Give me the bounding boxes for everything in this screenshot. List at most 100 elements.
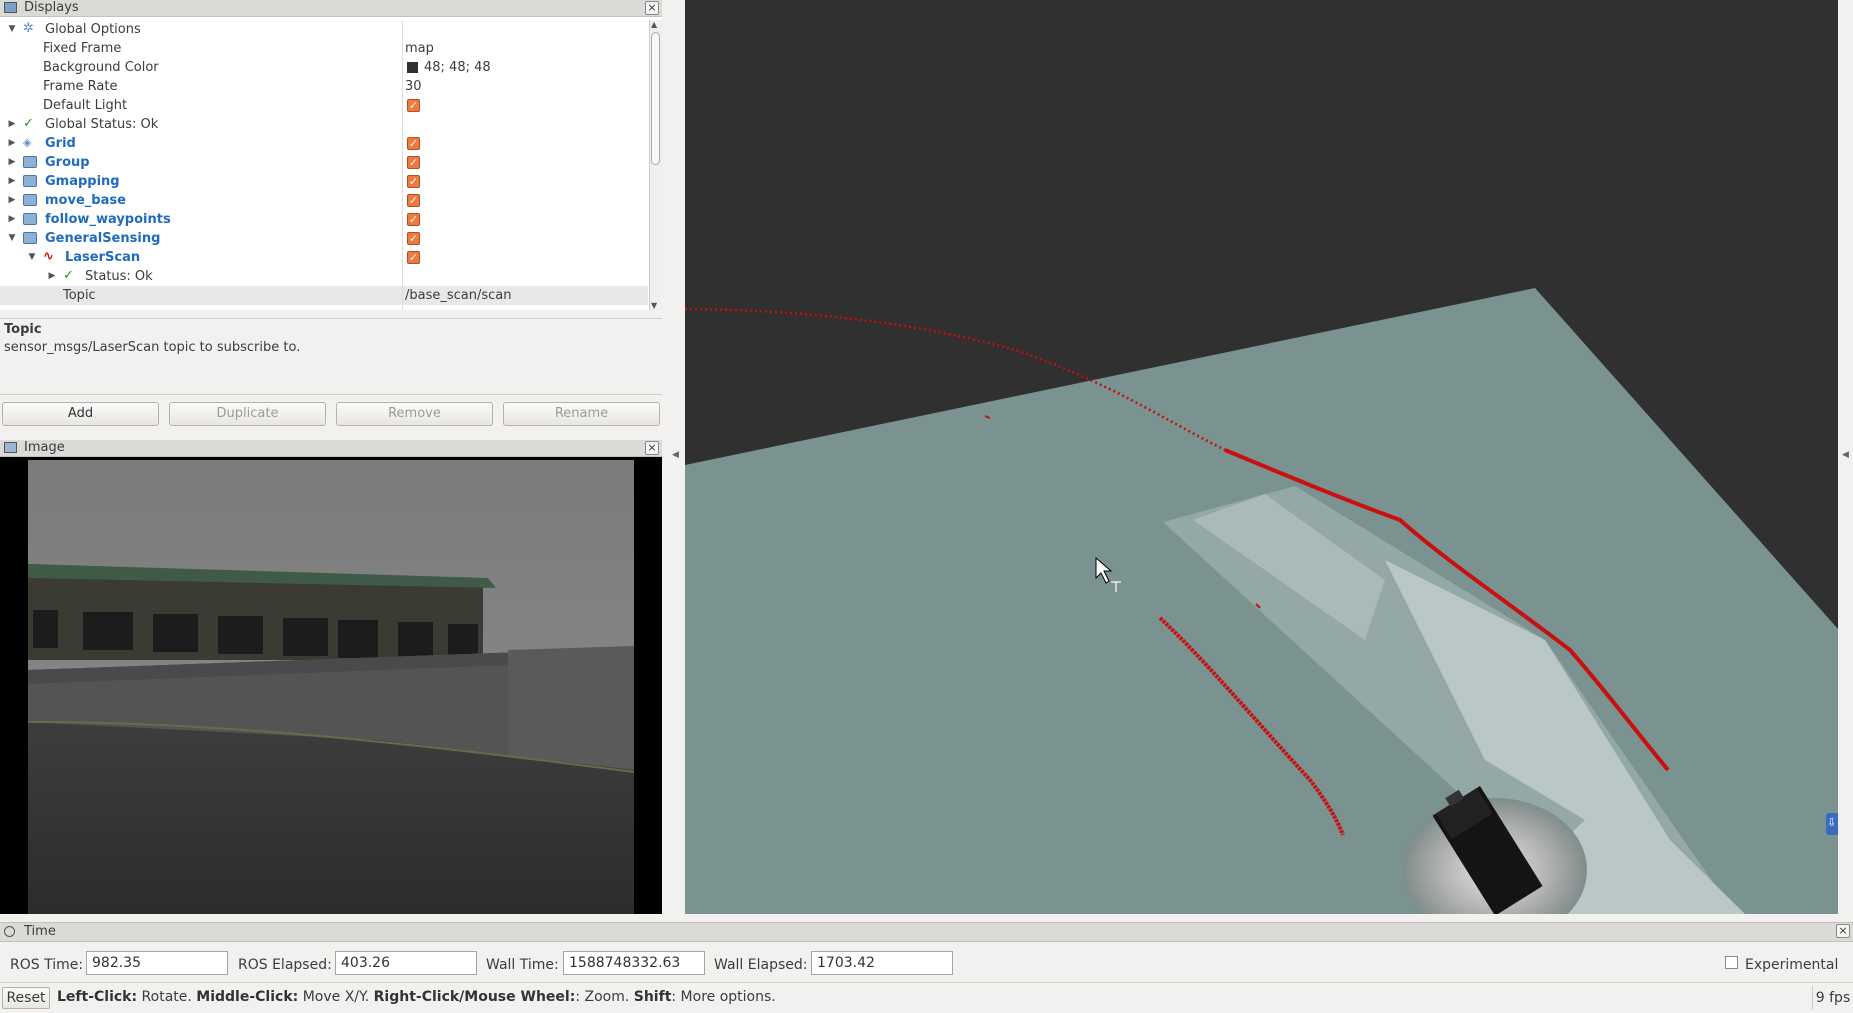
move-base-checkbox[interactable]: ✓ [407,194,420,207]
3d-view[interactable]: ⇩ [685,0,1838,914]
displays-scrollbar[interactable]: ▲ ▼ [649,20,662,310]
ros-elapsed-label: ROS Elapsed: [238,957,332,973]
folder-icon [23,213,37,225]
tree-label: Gmapping [45,174,120,189]
experimental-checkbox[interactable] [1725,956,1738,969]
tree-row-move-base[interactable]: ▶ move_base ✓ [0,191,648,210]
background-color-value[interactable]: 48; 48; 48 [424,58,491,77]
expand-arrow-icon[interactable]: ▶ [7,153,17,172]
image-title: Image [24,440,65,455]
tree-row-gmapping[interactable]: ▶ Gmapping ✓ [0,172,648,191]
hint-text: : More options. [671,989,776,1005]
tree-row-group[interactable]: ▶ Group ✓ [0,153,648,172]
collapse-left-icon[interactable]: ◀ [672,450,679,460]
collapse-right-icon[interactable]: ◀ [1842,450,1849,460]
displays-panel: Displays × ▼ ✲ Global Options Fixed Fram… [0,0,662,310]
follow-waypoints-checkbox[interactable]: ✓ [407,213,420,226]
tree-row-background-color[interactable]: Background Color 48; 48; 48 [0,58,648,77]
3d-scene[interactable] [685,0,1838,914]
tree-row-follow-waypoints[interactable]: ▶ follow_waypoints ✓ [0,210,648,229]
folder-icon [23,175,37,187]
experimental-label: Experimental [1745,957,1839,973]
right-splitter[interactable]: ◀ [1838,0,1853,914]
description-heading: Topic [4,322,42,337]
tree-row-topic[interactable]: Topic /base_scan/scan [0,286,648,305]
reset-button[interactable]: Reset [2,987,50,1009]
expand-arrow-icon[interactable]: ▶ [7,134,17,153]
tree-row-global-options[interactable]: ▼ ✲ Global Options [0,20,648,39]
download-icon: ⇩ [1827,816,1837,829]
expand-arrow-icon[interactable]: ▼ [7,20,17,39]
panel-splitter[interactable]: ◀ [662,0,685,914]
displays-title: Displays [24,0,79,15]
group-checkbox[interactable]: ✓ [407,156,420,169]
time-title-bar: Time × [0,923,1853,942]
monitor-icon [4,2,17,13]
tree-label: Background Color [43,60,159,75]
ros-time-label: ROS Time: [10,957,84,973]
image-icon [4,442,17,453]
image-title-bar: Image × [0,440,662,457]
expand-arrow-icon[interactable]: ▼ [27,248,37,267]
check-icon: ✓ [63,268,74,283]
tree-row-default-light[interactable]: Default Light ✓ [0,96,648,115]
tree-row-status[interactable]: ▶ ✓ Status: Ok [0,267,648,286]
frame-rate-value[interactable]: 30 [405,77,422,96]
grid-checkbox[interactable]: ✓ [407,137,420,150]
expand-arrow-icon[interactable]: ▼ [7,229,17,248]
ros-time-field[interactable]: 982.35 [86,951,228,975]
tree-label: Topic [63,288,96,303]
scrollbar-thumb[interactable] [651,32,660,165]
tree-row-fixed-frame[interactable]: Fixed Frame map [0,39,648,58]
topic-value[interactable]: /base_scan/scan [405,286,512,305]
tree-row-laserscan[interactable]: ▼ ∿ LaserScan ✓ [0,248,648,267]
scroll-up-icon[interactable]: ▲ [651,20,657,29]
wall-time-field[interactable]: 1588748332.63 [563,951,705,975]
hint-key: Right-Click/Mouse Wheel: [373,989,576,1005]
color-swatch [407,62,418,73]
expand-arrow-icon[interactable]: ▶ [47,267,57,286]
rename-button[interactable]: Rename [503,402,660,426]
expand-arrow-icon[interactable]: ▶ [7,191,17,210]
tree-label: Global Options [45,22,141,37]
description-text: sensor_msgs/LaserScan topic to subscribe… [4,340,301,355]
tree-label: Default Light [43,98,128,113]
fps-display: 9 fps [1812,986,1853,1010]
tree-row-grid[interactable]: ▶ ◈ Grid ✓ [0,134,648,153]
general-sensing-checkbox[interactable]: ✓ [407,232,420,245]
ros-elapsed-field[interactable]: 403.26 [335,951,477,975]
hint-text: : Zoom. [575,989,634,1005]
folder-icon [23,194,37,206]
default-light-checkbox[interactable]: ✓ [407,99,420,112]
expand-arrow-icon[interactable]: ▶ [7,172,17,191]
scroll-down-icon[interactable]: ▼ [651,301,657,310]
tree-row-global-status[interactable]: ▶ ✓ Global Status: Ok [0,115,648,134]
expand-arrow-icon[interactable]: ▶ [7,210,17,229]
wall-elapsed-field[interactable]: 1703.42 [811,951,953,975]
clock-icon [4,926,15,937]
gmapping-checkbox[interactable]: ✓ [407,175,420,188]
displays-title-bar: Displays × [0,0,662,17]
tree-label: Group [45,155,90,170]
expand-arrow-icon[interactable]: ▶ [7,115,17,134]
tree-label: Frame Rate [43,79,118,94]
check-icon: ✓ [23,116,34,131]
close-icon[interactable]: × [645,1,659,15]
add-button[interactable]: Add [2,402,159,426]
tool-properties-handle[interactable]: ⇩ [1826,813,1838,835]
property-description: Topic sensor_msgs/LaserScan topic to sub… [0,318,662,395]
close-icon[interactable]: × [645,441,659,455]
laserscan-checkbox[interactable]: ✓ [407,251,420,264]
folder-icon [23,156,37,168]
column-divider [402,20,403,310]
tree-row-frame-rate[interactable]: Frame Rate 30 [0,77,648,96]
close-icon[interactable]: × [1836,924,1850,938]
duplicate-button[interactable]: Duplicate [169,402,326,426]
tree-row-general-sensing[interactable]: ▼ GeneralSensing ✓ [0,229,648,248]
wall-elapsed-label: Wall Elapsed: [714,957,808,973]
tree-label: GeneralSensing [45,231,161,246]
remove-button[interactable]: Remove [336,402,493,426]
wall-time-label: Wall Time: [486,957,559,973]
fixed-frame-value[interactable]: map [405,39,434,58]
folder-icon [23,232,37,244]
